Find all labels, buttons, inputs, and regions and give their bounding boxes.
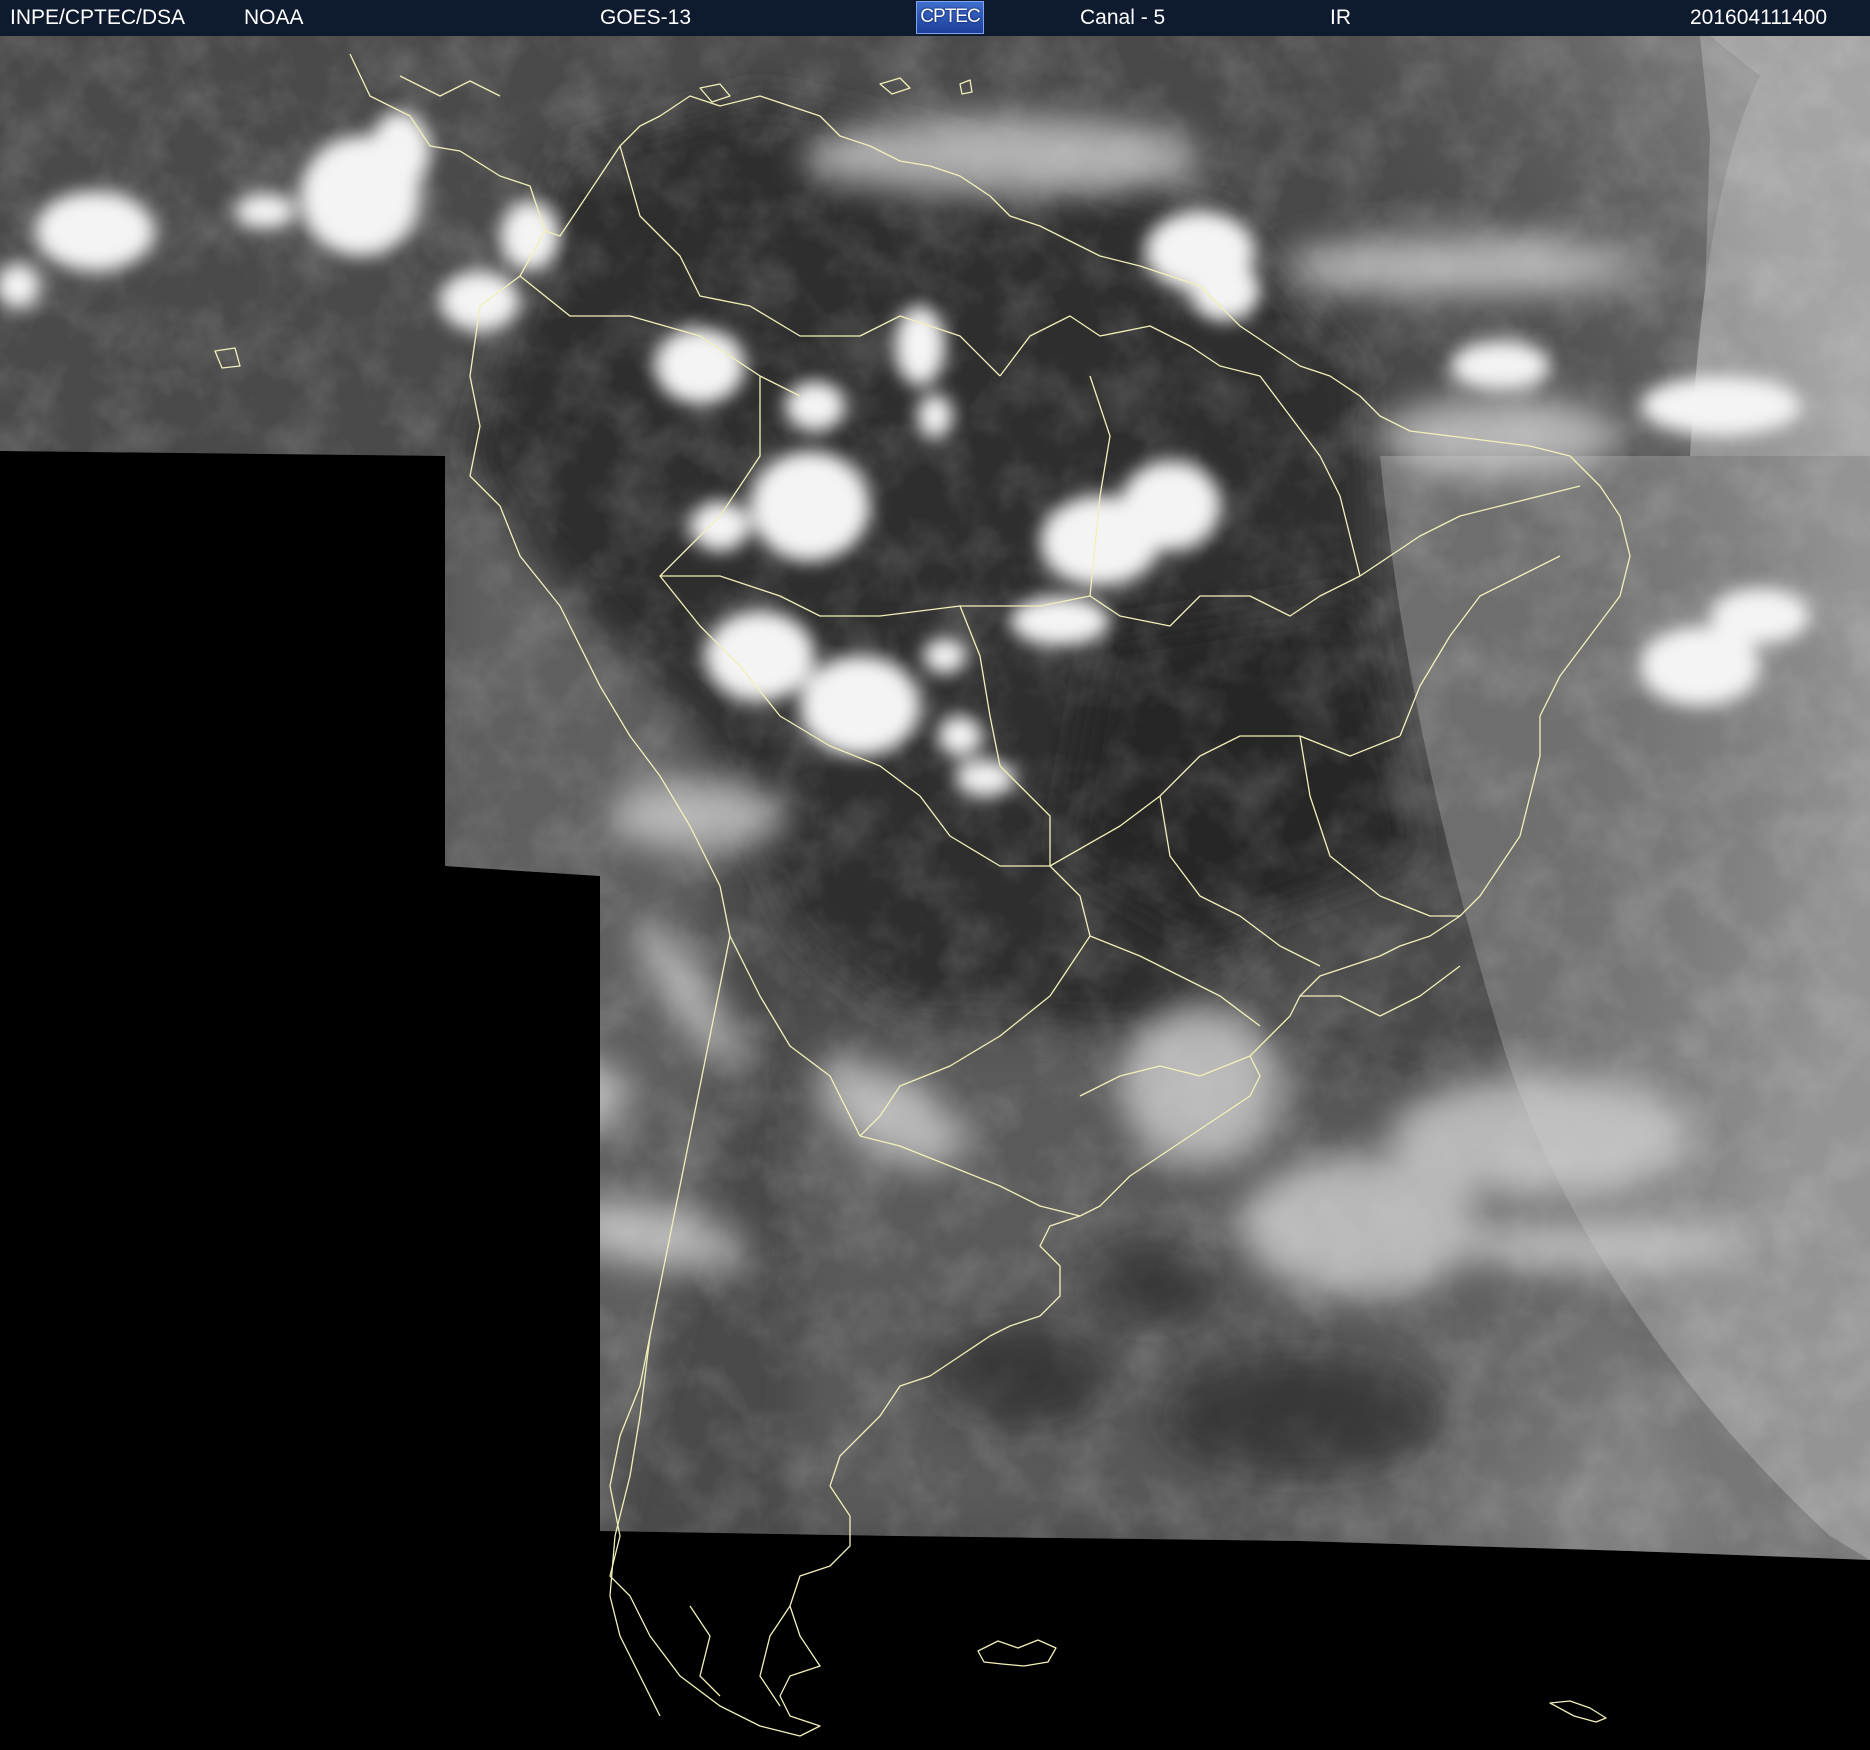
satellite-image-svg [0,36,1870,1750]
cptec-logo-icon: CPTEC [916,1,984,34]
channel-label: Canal - 5 [1080,6,1166,29]
image-header: INPE/CPTEC/DSA NOAA GOES-13 CPTEC Canal … [0,0,1870,36]
source-label: INPE/CPTEC/DSA [10,6,186,29]
timestamp-label: 201604111400 [1690,6,1828,29]
band-label: IR [1330,6,1351,29]
agency-label: NOAA [244,6,304,29]
satellite-label: GOES-13 [600,6,692,29]
satellite-image [0,36,1870,1750]
logo-text: CPTEC [920,6,980,27]
